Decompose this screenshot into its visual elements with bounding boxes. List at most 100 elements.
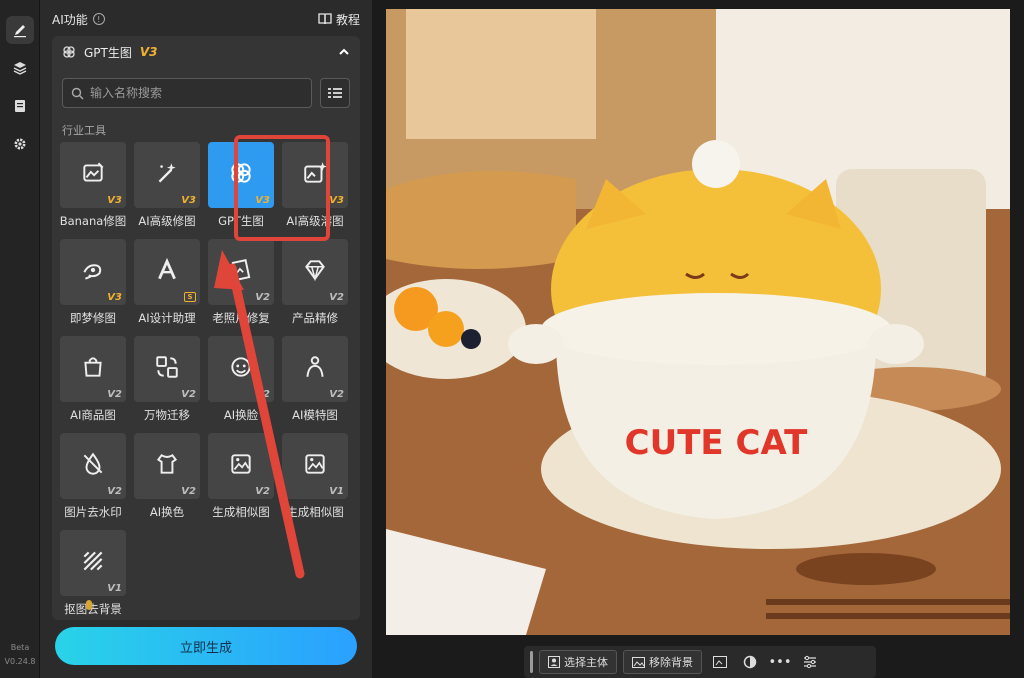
select-subject-button[interactable]: 选择主体 [539,650,617,674]
tool-tile[interactable]: V2 生成相似图 [208,433,274,521]
generate-button[interactable]: 立即生成 [55,627,357,665]
version-badge: V2 [255,292,270,303]
version-badge: V2 [107,389,122,400]
tool-tile-label: 图片去水印 [64,505,122,519]
tool-tile-label: AI模特图 [292,408,338,422]
tool-tile[interactable]: V2 老照片修复 [208,239,274,327]
tool-tile-label: AI换脸 [223,408,259,422]
version-badge: V3 [107,292,122,303]
tool-tile-label: 生成相似图 [286,505,344,519]
tool-tile[interactable]: V1 生成相似图 [282,433,348,521]
crop-image-icon[interactable] [708,650,732,674]
tool-tile[interactable]: V2 图片去水印 [60,433,126,521]
brush-icon[interactable] [6,16,34,44]
version-badge: V2 [329,292,344,303]
tool-tile[interactable]: V1 抠图去背景 [60,530,126,618]
tool-tile-thumb[interactable]: S [134,239,200,305]
more-icon[interactable]: ••• [768,650,792,674]
tool-tile-label: 万物迁移 [144,408,190,422]
tool-tile-thumb[interactable]: V2 [134,433,200,499]
panel-title: AI功能 [52,12,88,27]
face-swap-icon [228,354,254,384]
remove-watermark-icon [80,451,106,481]
tool-tile[interactable]: V2 AI换色 [134,433,200,521]
tool-tile-thumb[interactable]: V1 [60,530,126,596]
version-badge: V1 [107,583,122,594]
info-icon[interactable]: ! [92,13,105,25]
version-badge: V3 [181,195,196,206]
tool-tile[interactable]: V2 AI模特图 [282,336,348,424]
version-badge: V2 [107,486,122,497]
list-view-button[interactable] [320,78,350,108]
tool-tile[interactable]: V2 AI商品图 [60,336,126,424]
cutout-icon [80,548,106,578]
version-badge: V3 [329,195,344,206]
image-edit-icon [80,160,106,190]
gear-icon[interactable] [6,130,34,158]
tool-tile-label: AI商品图 [70,408,116,422]
canvas-toolbar: 选择主体 移除背景 ••• [524,646,876,678]
magic-wand-icon [154,160,180,190]
tool-tile[interactable]: V2 万物迁移 [134,336,200,424]
tool-tile-thumb[interactable]: V2 [60,336,126,402]
version-badge: V2 [181,486,196,497]
design-a-icon [154,257,180,287]
tool-tile-thumb[interactable]: V2 [134,336,200,402]
remove-background-button[interactable]: 移除背景 [623,650,702,674]
gpt-logo-icon [63,46,75,58]
tool-tile-thumb[interactable]: V2 [282,336,348,402]
model-person-icon [302,354,328,384]
tool-tile[interactable]: V3 AI高级修图 [134,142,200,230]
layers-icon[interactable] [6,54,34,82]
tool-tile[interactable]: V3 Banana修图 [60,142,126,230]
remove-background-label: 移除背景 [649,656,693,669]
tutorial-link[interactable]: 教程 [318,11,360,28]
tool-tile-thumb[interactable]: V2 [208,433,274,499]
canvas-area: CUTE CAT 选择主体 移除背景 ••• [372,0,1024,678]
tool-tile-thumb[interactable]: V2 [208,239,274,305]
tool-tile[interactable]: S AI设计助理 [134,239,200,327]
tool-tile-thumb[interactable]: V3 [60,239,126,305]
image-icon [632,656,645,668]
tool-card: GPT生图 V3 行业工具 V3 Banana修图 V3 AI高级修图 V3 GPT生图 V… [52,36,360,620]
similar-image-icon [228,451,254,481]
photo-text: CUTE CAT [625,423,808,463]
version-badge: V1 [329,486,344,497]
sliders-icon[interactable] [798,650,822,674]
person-icon [548,656,560,668]
tool-tile-thumb[interactable]: V3 [134,142,200,208]
ai-panel: AI功能 ! 教程 GPT生图 V3 行业工具 V3B [40,0,404,678]
select-subject-label: 选择主体 [564,656,608,669]
photo-restore-icon [228,257,254,287]
tool-tile-label: 老照片修复 [212,311,270,325]
version-badge: V2 [255,486,270,497]
tool-name: GPT生图 [84,45,132,60]
tool-tile[interactable]: V2 AI换脸 [208,336,274,424]
version-label: V0.24.8 [4,657,36,666]
tool-tile-thumb[interactable]: V2 [208,336,274,402]
search-box[interactable] [62,78,312,108]
tool-tile-thumb[interactable]: V2 [282,239,348,305]
drag-handle[interactable] [530,651,533,673]
tool-tile[interactable]: V2 产品精修 [282,239,348,327]
search-input[interactable] [90,86,290,100]
tool-tile[interactable]: V3 即梦修图 [60,239,126,327]
list-icon [328,88,342,98]
similar-image-icon [302,451,328,481]
product-photo[interactable]: CUTE CAT [386,9,1010,635]
document-icon[interactable] [6,92,34,120]
version-badge: V3 [107,195,122,206]
crown-badge-icon: S [184,292,196,302]
tool-tile-label: 抠图去背景 [64,602,122,616]
section-label: 行业工具 [62,124,106,137]
dream-icon [80,257,106,287]
highlight-box [234,135,330,241]
tool-tile-thumb[interactable]: V3 [60,142,126,208]
contrast-icon[interactable] [738,650,762,674]
tool-tile-label: 即梦修图 [70,311,116,325]
tool-dropdown[interactable]: GPT生图 V3 [52,36,360,68]
cat-pot-image: CUTE CAT [386,9,1010,635]
tool-tile-thumb[interactable]: V2 [60,433,126,499]
tool-tile-thumb[interactable]: V1 [282,433,348,499]
chevron-up-icon[interactable] [338,46,350,58]
